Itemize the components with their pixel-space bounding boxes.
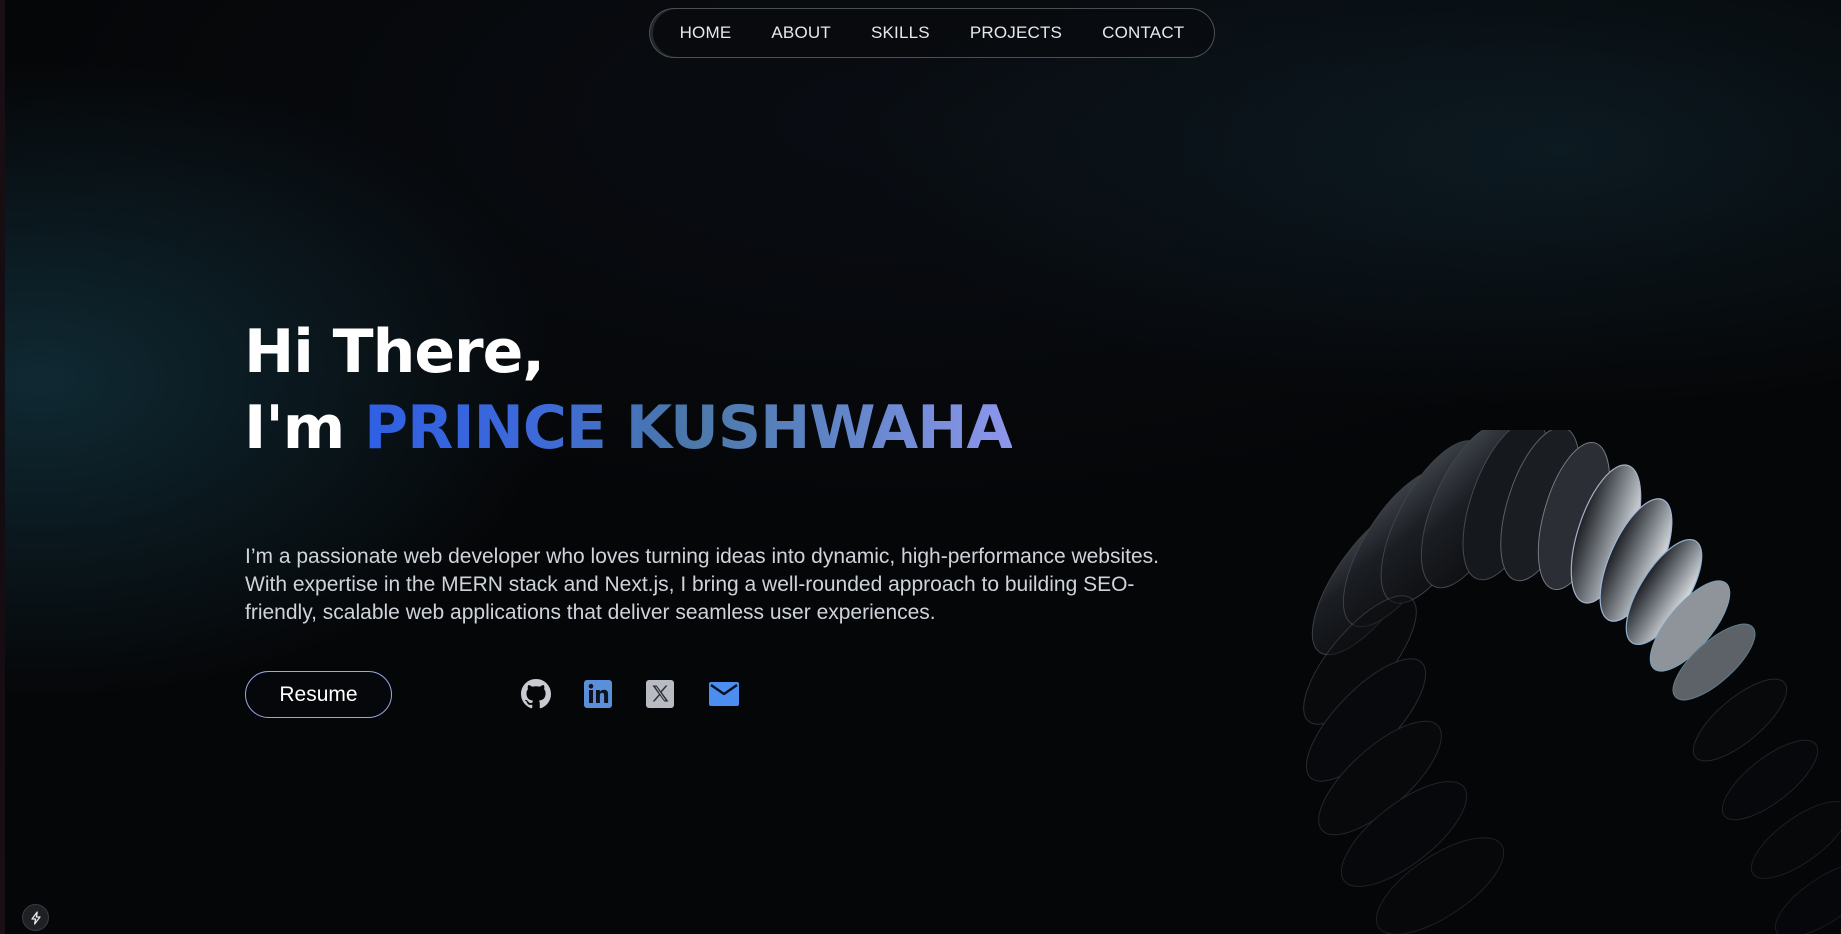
portfolio-page: HOME ABOUT SKILLS PROJECTS CONTACT Hi Th…	[0, 0, 1841, 934]
nav-item-projects[interactable]: PROJECTS	[970, 23, 1062, 43]
linkedin-link[interactable]	[582, 678, 614, 710]
hero-title-line: I'm PRINCE KUSHWAHA	[244, 392, 1013, 464]
linkedin-icon	[584, 680, 612, 708]
nav-item-home[interactable]: HOME	[680, 23, 732, 43]
hero-greeting: Hi There,	[244, 317, 545, 387]
bolt-badge[interactable]	[22, 904, 49, 931]
github-icon	[521, 679, 551, 709]
mail-icon	[709, 682, 739, 706]
nav-item-skills[interactable]: SKILLS	[871, 23, 930, 43]
nav-item-contact[interactable]: CONTACT	[1102, 23, 1184, 43]
left-edge-strip	[0, 0, 5, 934]
hero-prefix: I'm	[244, 393, 345, 463]
coil-lower-discs	[1303, 595, 1841, 934]
github-link[interactable]	[520, 678, 552, 710]
resume-button[interactable]: Resume	[245, 671, 392, 718]
nav-item-about[interactable]: ABOUT	[771, 23, 831, 43]
hero-name: PRINCE KUSHWAHA	[364, 393, 1013, 463]
top-navigation: HOME ABOUT SKILLS PROJECTS CONTACT	[649, 8, 1215, 58]
mail-link[interactable]	[708, 678, 740, 710]
bolt-icon	[30, 910, 41, 925]
x-twitter-icon	[646, 680, 674, 708]
x-twitter-link[interactable]	[644, 678, 676, 710]
intro-paragraph: I’m a passionate web developer who loves…	[245, 545, 1159, 624]
decorative-coil-graphic	[1303, 430, 1841, 934]
